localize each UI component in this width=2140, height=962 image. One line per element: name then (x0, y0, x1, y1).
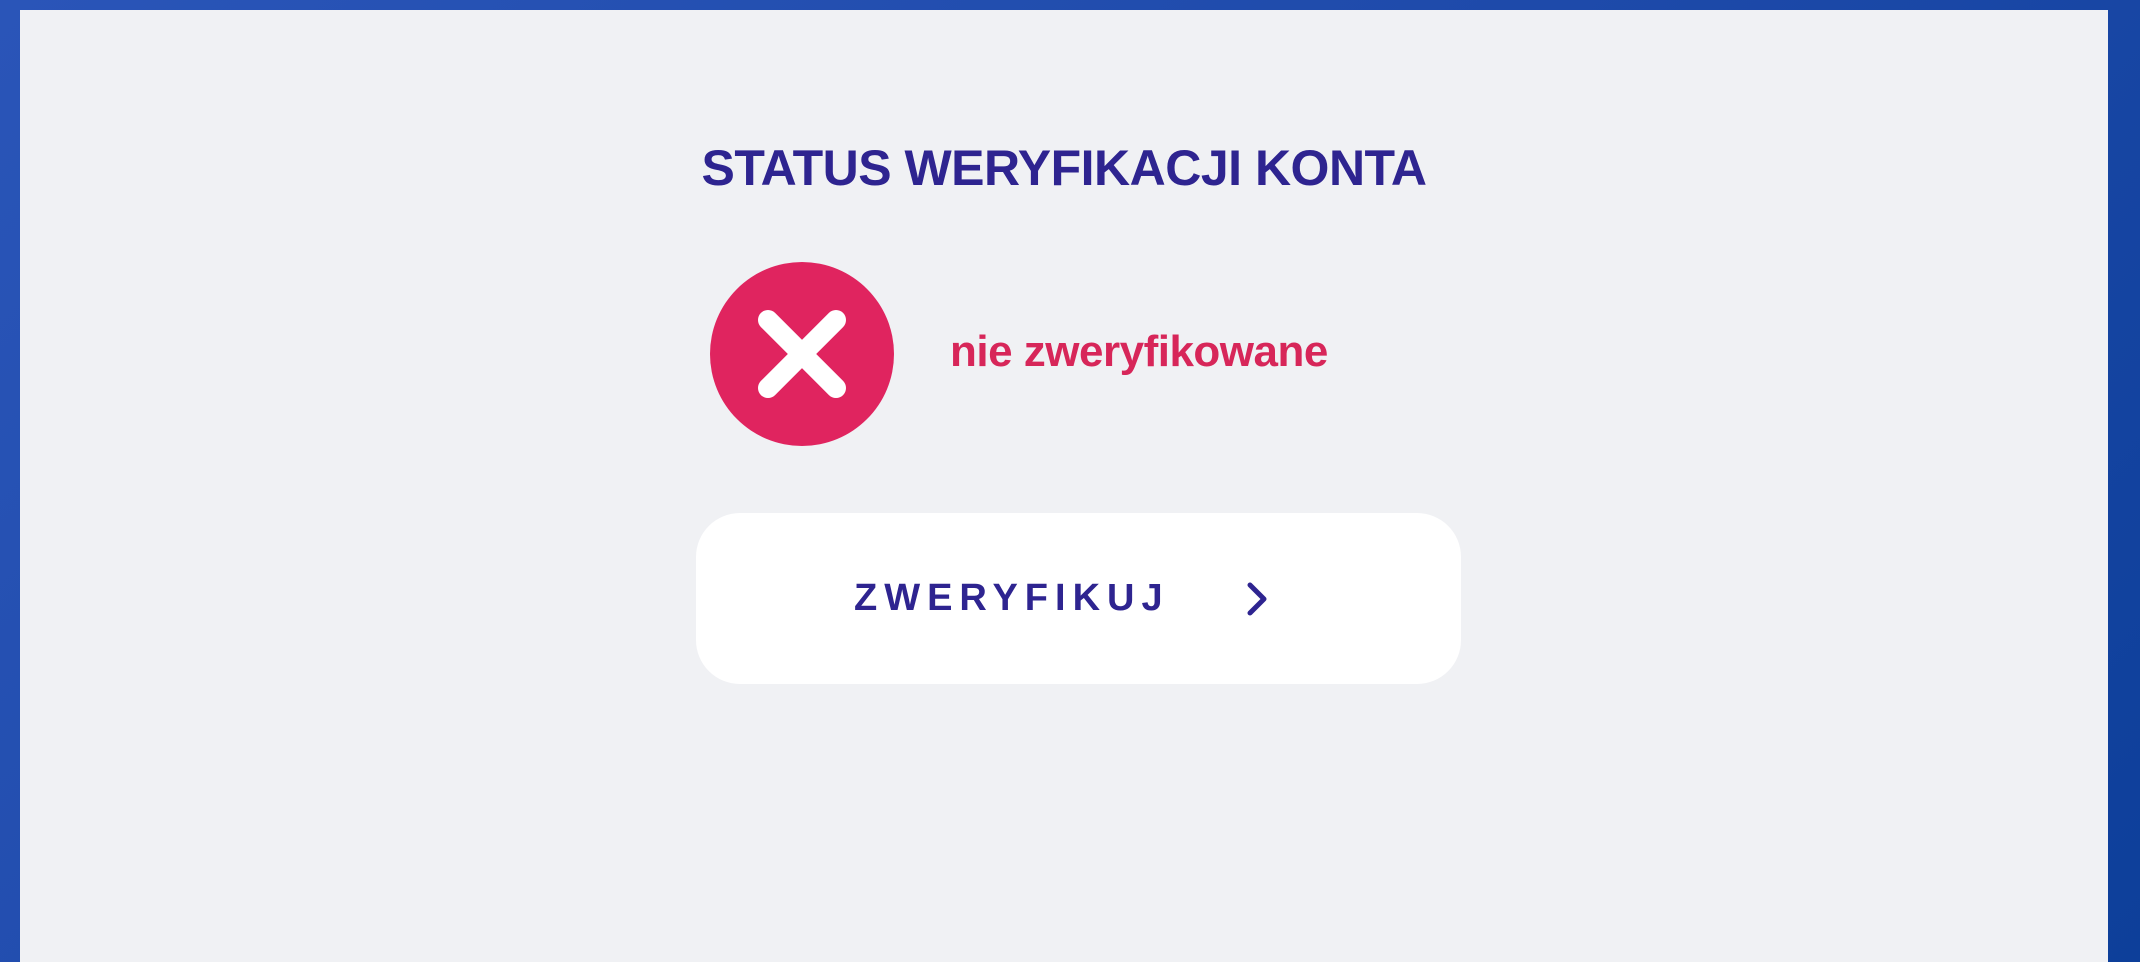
verify-button-label: ZWERYFIKUJ (854, 577, 1170, 619)
page-title: STATUS WERYFIKACJI KONTA (701, 140, 1427, 196)
window-frame: STATUS WERYFIKACJI KONTA nie zweryfikowa… (0, 0, 2140, 962)
verify-button[interactable]: ZWERYFIKUJ (696, 513, 1461, 684)
verification-panel: STATUS WERYFIKACJI KONTA nie zweryfikowa… (20, 10, 2108, 962)
status-text: nie zweryfikowane (950, 327, 1328, 376)
chevron-right-icon (1247, 582, 1267, 616)
close-icon (710, 262, 894, 446)
close-icon-graphic (758, 310, 846, 398)
verification-status: nie zweryfikowane (20, 250, 2108, 450)
